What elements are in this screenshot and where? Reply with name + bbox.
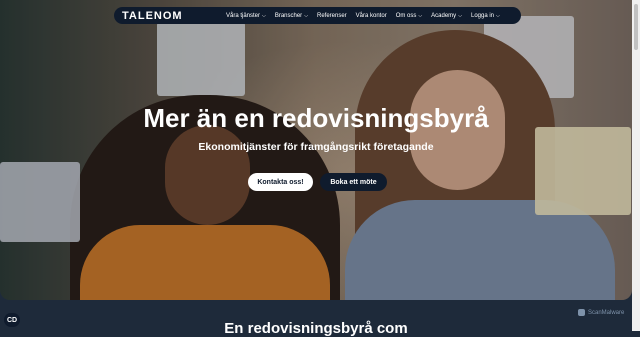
hero-subtitle: Ekonomitjänster för framgångsrikt företa… [198, 141, 434, 153]
nav-item-branscher[interactable]: Branscher ⌵ [275, 13, 308, 19]
scrollbar-thumb[interactable] [634, 4, 638, 50]
cookie-icon[interactable]: CD [4, 313, 20, 327]
nav-item-om-oss[interactable]: Om oss ⌵ [396, 13, 422, 19]
logo[interactable]: TALENOM [122, 10, 226, 22]
chevron-down-icon: ⌵ [458, 12, 462, 19]
nav-item-referenser[interactable]: Referenser [317, 13, 347, 19]
chevron-down-icon: ⌵ [496, 12, 500, 19]
nav-item-vara-kontor[interactable]: Våra kontor [356, 13, 387, 19]
nav-item-academy[interactable]: Academy ⌵ [431, 13, 462, 19]
book-meeting-button[interactable]: Boka ett möte [320, 173, 387, 191]
section-title: En redovisningsbyrå com [224, 320, 408, 337]
scanmalware-watermark: ScanMalware [578, 309, 624, 316]
chevron-down-icon: ⌵ [304, 12, 308, 19]
nav-item-logga-in[interactable]: Logga in ⌵ [471, 13, 500, 19]
contact-us-button[interactable]: Kontakta oss! [248, 173, 313, 191]
chevron-down-icon: ⌵ [262, 12, 266, 19]
nav-item-vara-tjanster[interactable]: Våra tjänster ⌵ [226, 13, 266, 19]
scanmalware-icon [578, 309, 585, 316]
main-navigation: TALENOM Våra tjänster ⌵ Branscher ⌵ Refere… [114, 7, 521, 24]
chevron-down-icon: ⌵ [418, 12, 423, 19]
nav-menu: Våra tjänster ⌵ Branscher ⌵ Referenser Vår… [226, 13, 509, 19]
hero-title: Mer än en redovisningsbyrå [143, 103, 489, 133]
